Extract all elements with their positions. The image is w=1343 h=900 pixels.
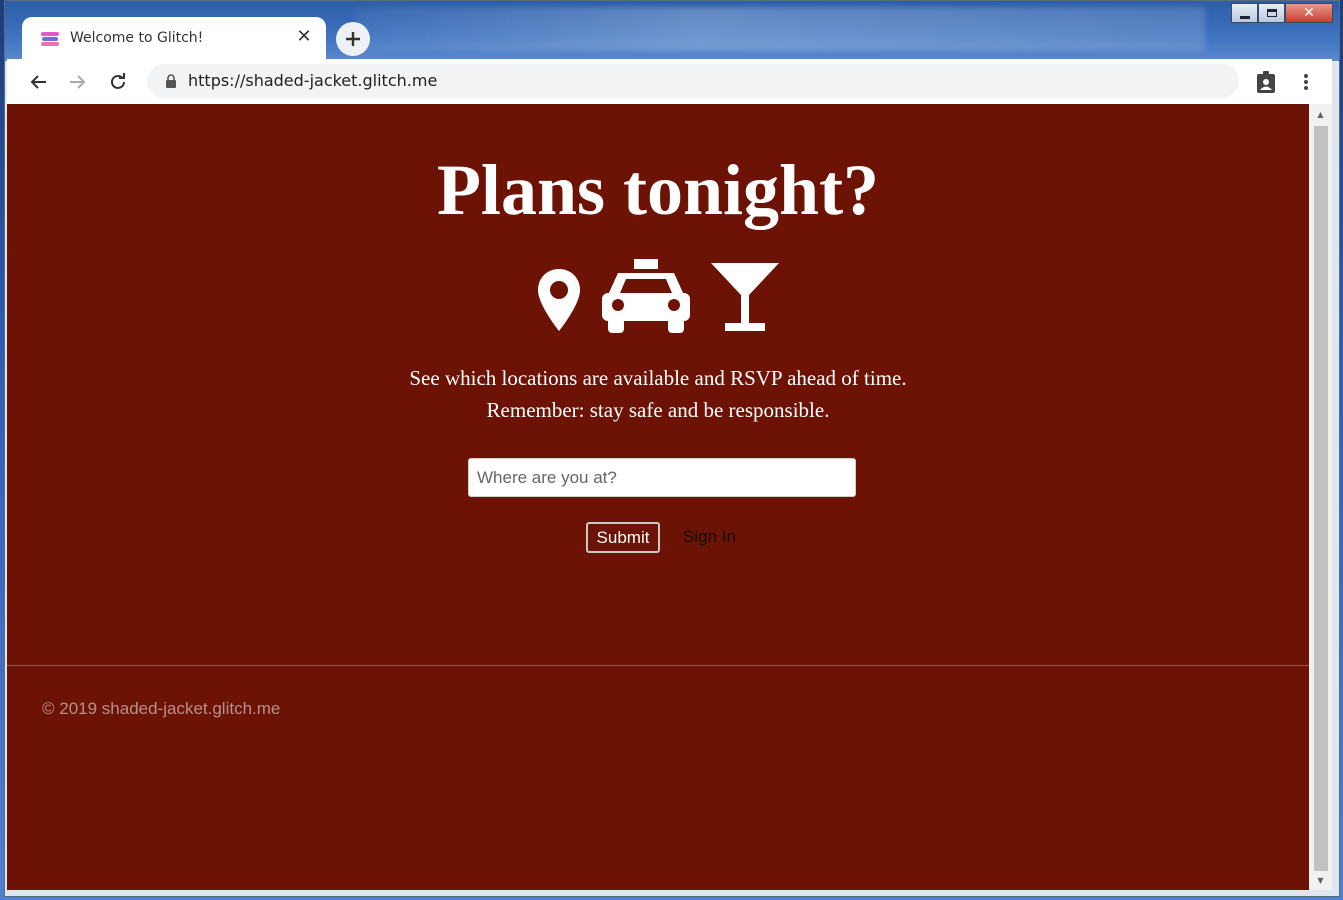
back-button[interactable] — [24, 68, 52, 96]
more-vertical-icon — [1304, 74, 1308, 90]
background-blur — [355, 7, 1205, 51]
address-bar[interactable]: https://shaded-jacket.glitch.me — [147, 64, 1239, 98]
footer-copyright: © 2019 shaded-jacket.glitch.me — [42, 699, 281, 718]
new-tab-button[interactable] — [336, 22, 370, 56]
forward-button[interactable] — [64, 68, 92, 96]
lock-icon — [166, 74, 176, 88]
menu-button[interactable] — [1292, 68, 1320, 96]
page-title: Plans tonight? — [436, 150, 880, 230]
cocktail-glass-icon — [711, 263, 779, 331]
minimize-button[interactable] — [1231, 3, 1258, 23]
maximize-icon — [1266, 9, 1277, 17]
map-marker-icon — [538, 269, 580, 331]
glitch-favicon-icon — [41, 32, 59, 46]
forward-arrow-icon — [70, 75, 86, 89]
plus-icon — [346, 32, 360, 46]
tab-close-icon[interactable]: ✕ — [294, 27, 314, 47]
scroll-up-icon[interactable]: ▲ — [1309, 106, 1332, 122]
taxi-icon — [602, 259, 690, 333]
maximize-button[interactable] — [1258, 3, 1285, 23]
url-text: https://shaded-jacket.glitch.me — [188, 71, 438, 90]
submit-button[interactable]: Submit — [586, 522, 660, 553]
minimize-icon — [1239, 15, 1250, 19]
sign-in-link[interactable]: Sign In — [683, 527, 736, 547]
close-icon: ✕ — [1303, 5, 1315, 21]
icons-row — [7, 259, 1309, 333]
browser-toolbar: https://shaded-jacket.glitch.me — [7, 59, 1332, 105]
tagline-line-2: Remember: stay safe and be responsible. — [486, 398, 830, 422]
reload-button[interactable] — [104, 68, 132, 96]
window-controls: ✕ — [1231, 3, 1333, 23]
tab-title: Welcome to Glitch! — [70, 30, 204, 46]
profile-badge-icon — [1257, 71, 1275, 93]
scroll-down-icon[interactable]: ▼ — [1309, 872, 1332, 888]
profile-button[interactable] — [1252, 68, 1280, 96]
location-search-input[interactable] — [468, 458, 856, 497]
scroll-thumb[interactable] — [1314, 126, 1328, 871]
page-viewport: Plans tonight? See which locations are a… — [7, 104, 1309, 890]
reload-icon — [111, 73, 125, 89]
close-window-button[interactable]: ✕ — [1285, 3, 1333, 23]
footer-divider — [7, 665, 1309, 666]
tagline-line-1: See which locations are available and RS… — [409, 366, 907, 390]
vertical-scrollbar[interactable]: ▲ ▼ — [1309, 104, 1332, 890]
browser-tab[interactable]: Welcome to Glitch! ✕ — [22, 17, 326, 61]
back-arrow-icon — [30, 75, 46, 89]
